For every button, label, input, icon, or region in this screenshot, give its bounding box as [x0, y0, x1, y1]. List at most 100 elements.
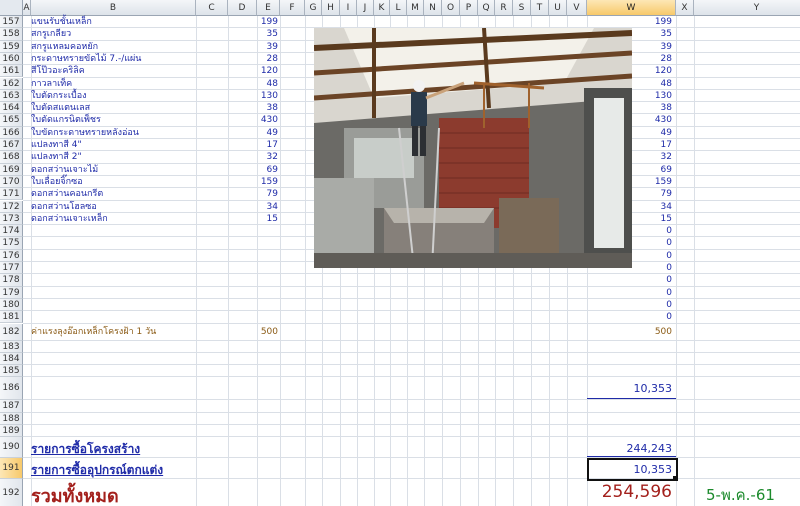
- row-header-168[interactable]: 168: [0, 151, 23, 164]
- item-name-cell[interactable]: ใบตัดแกรนิตเพ็ชร: [31, 115, 101, 125]
- row-header-183[interactable]: 183: [0, 340, 23, 353]
- item-name-cell[interactable]: รายการซื้อโครงสร้าง: [31, 440, 140, 459]
- row-header-182[interactable]: 182: [0, 323, 23, 341]
- row-header-179[interactable]: 179: [0, 286, 23, 299]
- total-cell-w[interactable]: 500: [587, 325, 672, 340]
- row-header-181[interactable]: 181: [0, 311, 23, 324]
- column-header-u[interactable]: U: [549, 0, 567, 16]
- item-name-cell[interactable]: ดอกสว่านโฮลซอ: [31, 202, 97, 212]
- row-header-174[interactable]: 174: [0, 225, 23, 238]
- row-header-175[interactable]: 175: [0, 237, 23, 250]
- total-cell-w[interactable]: 10,353: [587, 382, 673, 395]
- row-header-185[interactable]: 185: [0, 365, 23, 378]
- column-header-p[interactable]: P: [460, 0, 478, 16]
- column-header-j[interactable]: J: [357, 0, 374, 16]
- fill-handle[interactable]: [673, 476, 678, 482]
- row-header-190[interactable]: 190: [0, 437, 23, 459]
- row-header-184[interactable]: 184: [0, 352, 23, 366]
- column-header-y[interactable]: Y: [694, 0, 800, 16]
- row-header-172[interactable]: 172: [0, 200, 23, 213]
- total-cell-w[interactable]: 199: [587, 17, 672, 27]
- column-header-a[interactable]: A: [23, 0, 31, 16]
- price-cell-e[interactable]: 48: [257, 79, 278, 89]
- column-header-l[interactable]: L: [390, 0, 407, 16]
- spreadsheet[interactable]: ABCDEFGHIJKLMNOPQRSTUVWXY 157 158 159 160 16…: [0, 0, 800, 506]
- column-header-n[interactable]: N: [424, 0, 442, 16]
- price-cell-e[interactable]: 130: [257, 91, 278, 101]
- column-header-g[interactable]: G: [305, 0, 322, 16]
- price-cell-e[interactable]: 32: [257, 152, 278, 162]
- column-header-s[interactable]: S: [513, 0, 531, 16]
- item-name-cell[interactable]: แขนรับชั้นเหล็ก: [31, 17, 92, 27]
- row-header-165[interactable]: 165: [0, 114, 23, 127]
- price-cell-e[interactable]: 15: [257, 214, 278, 224]
- item-name-cell[interactable]: ดอกสว่านคอนกรีต: [31, 189, 103, 199]
- column-header-o[interactable]: O: [442, 0, 460, 16]
- total-cell-w[interactable]: 0: [587, 275, 672, 285]
- row-header-191[interactable]: 191: [0, 458, 23, 480]
- column-header-r[interactable]: R: [495, 0, 513, 16]
- row-header-180[interactable]: 180: [0, 298, 23, 312]
- row-header-188[interactable]: 188: [0, 412, 23, 425]
- total-cell-w[interactable]: 0: [587, 312, 672, 322]
- column-header-h[interactable]: H: [322, 0, 340, 16]
- item-name-cell[interactable]: สีโป๊วอะคริลิค: [31, 66, 85, 76]
- column-header-f[interactable]: F: [280, 0, 305, 16]
- item-name-cell[interactable]: แปลงทาสี 2": [31, 152, 82, 162]
- row-header-159[interactable]: 159: [0, 40, 23, 53]
- price-cell-e[interactable]: 39: [257, 42, 278, 52]
- row-header-169[interactable]: 169: [0, 163, 23, 176]
- column-header-k[interactable]: K: [374, 0, 390, 16]
- column-header-e[interactable]: E: [257, 0, 280, 16]
- item-name-cell[interactable]: กระดาษทรายขัดไม้ 7.-/แผ่น: [31, 54, 141, 64]
- row-header-192[interactable]: 192: [0, 479, 23, 506]
- column-header-b[interactable]: B: [31, 0, 196, 16]
- item-name-cell[interactable]: แปลงทาสี 4": [31, 140, 82, 150]
- price-cell-e[interactable]: 500: [257, 325, 278, 340]
- column-header-v[interactable]: V: [567, 0, 587, 16]
- item-name-cell[interactable]: ใบเลื่อยจิ๊กซอ: [31, 177, 83, 187]
- price-cell-e[interactable]: 17: [257, 140, 278, 150]
- row-header-170[interactable]: 170: [0, 175, 23, 189]
- price-cell-e[interactable]: 159: [257, 177, 278, 187]
- row-header-163[interactable]: 163: [0, 89, 23, 103]
- total-cell-w[interactable]: 254,596: [587, 482, 672, 502]
- item-name-cell[interactable]: รวมทั้งหมด: [31, 481, 119, 506]
- column-header-x[interactable]: X: [676, 0, 694, 16]
- total-cell-w[interactable]: 244,243: [587, 442, 673, 455]
- row-header-164[interactable]: 164: [0, 102, 23, 115]
- date-cell[interactable]: 5-พ.ค.-61: [706, 483, 775, 506]
- row-header-157[interactable]: 157: [0, 16, 23, 29]
- price-cell-e[interactable]: 38: [257, 103, 278, 113]
- column-header-q[interactable]: Q: [478, 0, 495, 16]
- item-name-cell[interactable]: สกรูเกลียว: [31, 29, 71, 39]
- renovation-photo[interactable]: [314, 28, 632, 268]
- price-cell-e[interactable]: 69: [257, 165, 278, 175]
- item-name-cell[interactable]: ดอกสว่านเจาะเหล็ก: [31, 214, 108, 224]
- price-cell-e[interactable]: 199: [257, 17, 278, 27]
- row-header-186[interactable]: 186: [0, 377, 23, 401]
- price-cell-e[interactable]: 34: [257, 202, 278, 212]
- item-name-cell[interactable]: กาวลาเท็ค: [31, 79, 72, 89]
- column-header-m[interactable]: M: [407, 0, 424, 16]
- item-name-cell[interactable]: ใบขัดกระดาษทรายหลังอ่อน: [31, 128, 139, 138]
- row-header-177[interactable]: 177: [0, 262, 23, 275]
- row-header-171[interactable]: 171: [0, 188, 23, 201]
- column-header-c[interactable]: C: [196, 0, 228, 16]
- row-header-176[interactable]: 176: [0, 249, 23, 262]
- price-cell-e[interactable]: 430: [257, 115, 278, 125]
- item-name-cell[interactable]: ค่าแรงลุงอ๊อกเหล็กโครงฝ้า 1 วัน: [31, 325, 156, 340]
- row-header-178[interactable]: 178: [0, 274, 23, 287]
- price-cell-e[interactable]: 79: [257, 189, 278, 199]
- item-name-cell[interactable]: ดอกสว่านเจาะไม้: [31, 165, 98, 175]
- row-header-158[interactable]: 158: [0, 28, 23, 41]
- row-header-187[interactable]: 187: [0, 400, 23, 413]
- active-cell-selection[interactable]: [587, 458, 678, 482]
- item-name-cell[interactable]: ใบตัดสแตนเลส: [31, 103, 90, 113]
- row-header-167[interactable]: 167: [0, 139, 23, 152]
- column-header-i[interactable]: I: [340, 0, 357, 16]
- item-name-cell[interactable]: รายการซื้ออุปกรณ์ตกแต่ง: [31, 461, 163, 480]
- row-header-189[interactable]: 189: [0, 425, 23, 438]
- price-cell-e[interactable]: 35: [257, 29, 278, 39]
- item-name-cell[interactable]: สกรูแหลมคอหยัก: [31, 42, 98, 52]
